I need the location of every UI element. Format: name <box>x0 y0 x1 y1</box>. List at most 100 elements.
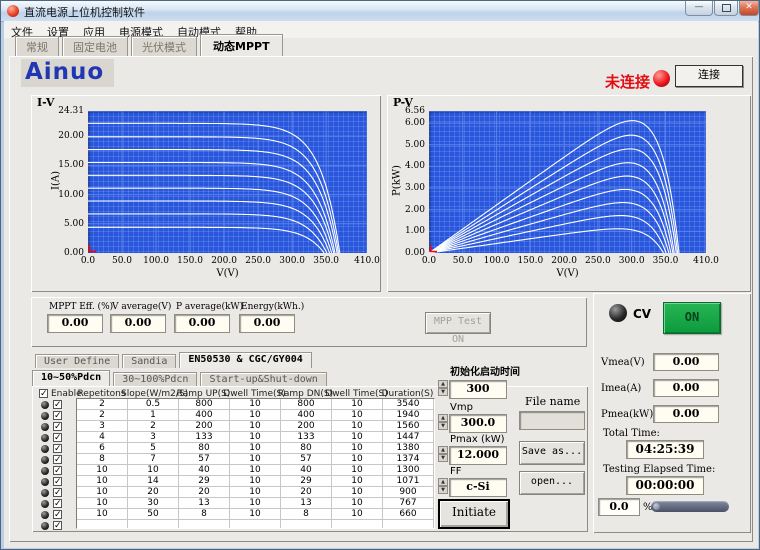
row-enable-checkbox[interactable]: ✓ <box>53 422 62 431</box>
spinner-up-icon[interactable]: ▲ <box>438 414 448 422</box>
spinner-down-icon[interactable]: ▼ <box>438 486 448 494</box>
table-cell[interactable]: 10 <box>230 465 281 476</box>
iv-plot-area[interactable] <box>88 111 367 253</box>
tab-active-3[interactable]: 动态MPPT <box>200 34 283 58</box>
profile-tab[interactable]: Sandia <box>122 354 176 368</box>
table-cell[interactable]: 2 <box>77 410 128 421</box>
tab-1[interactable]: 固定电池 <box>62 36 128 57</box>
spinner-control[interactable]: ▲▼ <box>438 414 448 431</box>
spinner-up-icon[interactable]: ▲ <box>438 478 448 486</box>
table-cell[interactable]: 3540 <box>383 399 434 410</box>
mpp-test-button[interactable]: MPP Test ON <box>425 312 491 334</box>
table-cell[interactable]: 10 <box>332 454 383 465</box>
table-cell[interactable]: 1374 <box>383 454 434 465</box>
row-enable-checkbox[interactable]: ✓ <box>53 466 62 475</box>
table-cell[interactable]: 1940 <box>383 410 434 421</box>
table-cell[interactable]: 10 <box>230 432 281 443</box>
table-cell[interactable]: 10 <box>230 476 281 487</box>
table-cell[interactable] <box>179 520 230 529</box>
spinner-down-icon[interactable]: ▼ <box>438 422 448 430</box>
table-row[interactable]: 1014291029101071 <box>77 476 434 487</box>
table-cell[interactable]: 8 <box>77 454 128 465</box>
table-cell[interactable]: 40 <box>281 465 332 476</box>
table-cell[interactable]: 20 <box>179 487 230 498</box>
table-cell[interactable]: 200 <box>179 421 230 432</box>
table-cell[interactable] <box>230 520 281 529</box>
table-cell[interactable]: 20 <box>128 487 179 498</box>
table-cell[interactable]: 800 <box>179 399 230 410</box>
table-cell[interactable]: 3 <box>128 432 179 443</box>
table-row[interactable]: 1050810810660 <box>77 509 434 520</box>
table-cell[interactable]: 1560 <box>383 421 434 432</box>
table-cell[interactable]: 29 <box>179 476 230 487</box>
table-cell[interactable]: 10 <box>77 487 128 498</box>
maximize-button[interactable] <box>714 1 738 16</box>
table-cell[interactable]: 8 <box>281 509 332 520</box>
table-cell[interactable]: 40 <box>179 465 230 476</box>
table-cell[interactable]: 1380 <box>383 443 434 454</box>
init-field-value[interactable]: 12.000 <box>449 446 507 465</box>
table-cell[interactable]: 10 <box>230 410 281 421</box>
sub-tab[interactable]: 30~100%Pdcn <box>113 372 197 386</box>
row-enable-checkbox[interactable]: ✓ <box>53 477 62 486</box>
table-cell[interactable]: 10 <box>332 421 383 432</box>
tab-0[interactable]: 常规 <box>15 36 59 57</box>
table-cell[interactable]: 1300 <box>383 465 434 476</box>
output-on-button[interactable]: ON <box>663 302 721 334</box>
table-cell[interactable]: 20 <box>281 487 332 498</box>
table-cell[interactable]: 660 <box>383 509 434 520</box>
table-cell[interactable]: 4 <box>77 432 128 443</box>
table-row[interactable]: 20.580010800103540 <box>77 399 434 410</box>
table-cell[interactable]: 13 <box>281 498 332 509</box>
row-enable-checkbox[interactable]: ✓ <box>53 510 62 519</box>
table-cell[interactable]: 50 <box>128 509 179 520</box>
open-button[interactable]: open... <box>519 471 585 495</box>
sub-tab[interactable]: 10~50%Pdcn <box>32 370 110 386</box>
table-cell[interactable]: 2 <box>77 399 128 410</box>
table-cell[interactable]: 900 <box>383 487 434 498</box>
table-cell[interactable] <box>332 520 383 529</box>
table-cell[interactable]: 30 <box>128 498 179 509</box>
minimize-button[interactable]: — <box>685 1 713 16</box>
table-cell[interactable]: 133 <box>281 432 332 443</box>
spinner-up-icon[interactable]: ▲ <box>438 380 448 388</box>
spinner-up-icon[interactable]: ▲ <box>438 446 448 454</box>
table-cell[interactable] <box>281 520 332 529</box>
table-row[interactable]: 103013101310767 <box>77 498 434 509</box>
table-cell[interactable]: 6 <box>77 443 128 454</box>
title-bar[interactable]: 直流电源上位机控制软件 — ✕ <box>1 1 759 22</box>
table-cell[interactable]: 8 <box>179 509 230 520</box>
save-as-button[interactable]: Save as... <box>519 441 585 465</box>
table-cell[interactable]: 10 <box>332 443 383 454</box>
spinner-control[interactable]: ▲▼ <box>438 446 448 463</box>
row-enable-checkbox[interactable]: ✓ <box>53 521 62 530</box>
table-cell[interactable]: 10 <box>332 399 383 410</box>
table-cell[interactable]: 10 <box>230 443 281 454</box>
table-cell[interactable]: 7 <box>128 454 179 465</box>
pv-plot-area[interactable] <box>429 111 706 253</box>
table-row[interactable]: 65801080101380 <box>77 443 434 454</box>
table-row[interactable]: 87571057101374 <box>77 454 434 465</box>
table-cell[interactable]: 10 <box>332 476 383 487</box>
table-cell[interactable]: 10 <box>332 487 383 498</box>
table-cell[interactable]: 10 <box>332 410 383 421</box>
table-cell[interactable]: 400 <box>179 410 230 421</box>
row-enable-checkbox[interactable]: ✓ <box>53 400 62 409</box>
table-row[interactable]: 2140010400101940 <box>77 410 434 421</box>
sub-tab[interactable]: Start-up&Shut-down <box>200 372 326 386</box>
table-row[interactable]: 3220010200101560 <box>77 421 434 432</box>
table-cell[interactable]: 10 <box>128 465 179 476</box>
table-cell[interactable]: 57 <box>281 454 332 465</box>
file-name-field[interactable] <box>519 411 585 430</box>
table-cell[interactable]: 10 <box>230 399 281 410</box>
table-cell[interactable]: 5 <box>128 443 179 454</box>
profile-tab[interactable]: EN50530 & CGC/GY004 <box>179 352 311 368</box>
table-cell[interactable]: 10 <box>230 454 281 465</box>
row-enable-checkbox[interactable]: ✓ <box>53 455 62 464</box>
enable-all-checkbox[interactable]: ✓ <box>39 389 48 398</box>
close-button[interactable]: ✕ <box>739 1 759 16</box>
table-cell[interactable]: 10 <box>77 509 128 520</box>
init-field-value[interactable]: 300 <box>449 380 507 399</box>
table-row[interactable]: 1010401040101300 <box>77 465 434 476</box>
table-cell[interactable]: 57 <box>179 454 230 465</box>
